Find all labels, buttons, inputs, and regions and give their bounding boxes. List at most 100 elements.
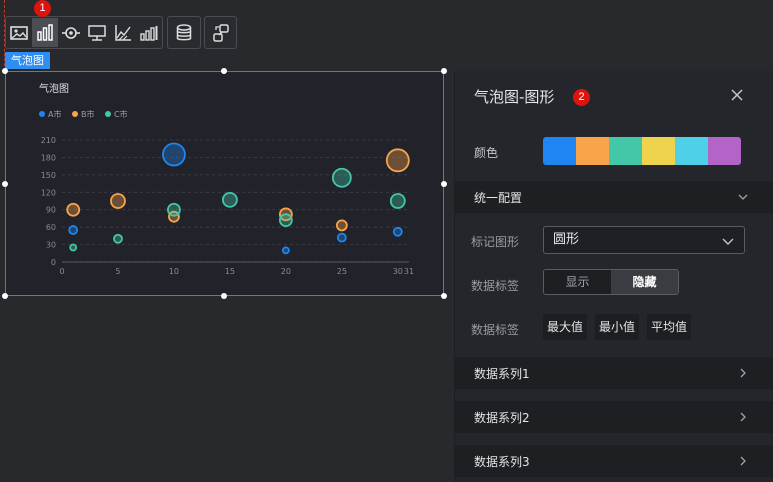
panel-title: 气泡图-图形 xyxy=(474,88,555,106)
section-series-2-label: 数据系列2 xyxy=(474,410,530,425)
y-tick-label: 150 xyxy=(41,171,56,180)
x-tick-label: 30 xyxy=(393,267,403,276)
database-tool-button[interactable] xyxy=(168,18,200,47)
section-series-1-label: 数据系列1 xyxy=(474,366,530,381)
min-value-button[interactable]: 最小值 xyxy=(595,314,640,340)
chevron-right-icon xyxy=(740,368,746,378)
color-swatch-5[interactable] xyxy=(675,137,708,165)
target-icon xyxy=(62,26,80,39)
image-tool-button[interactable] xyxy=(6,18,32,47)
data-label-label: 数据标签 xyxy=(471,279,520,293)
resize-handle-left[interactable] xyxy=(2,181,8,187)
marker-shape-select[interactable]: 圆形 xyxy=(543,226,745,254)
text-tool-button[interactable] xyxy=(84,18,110,47)
y-tick-label: 30 xyxy=(46,241,56,250)
toggle-hide[interactable]: 隐藏 xyxy=(611,270,678,294)
axis-line-icon xyxy=(115,24,131,41)
component-toolbar xyxy=(5,16,163,49)
y-tick-label: 180 xyxy=(41,153,56,162)
max-value-button[interactable]: 最大值 xyxy=(543,314,588,340)
axis-tool-button[interactable] xyxy=(110,18,136,47)
legend-swatch-1 xyxy=(39,111,45,117)
bubble-1-4 xyxy=(336,232,347,243)
x-tick-label: 31 xyxy=(404,267,414,276)
x-tick-label: 20 xyxy=(281,267,291,276)
bubble-3-1 xyxy=(69,243,78,252)
bubble-1-1 xyxy=(68,225,79,235)
resize-handle-right[interactable] xyxy=(441,181,447,187)
legend-swatch-2 xyxy=(72,111,78,117)
chart-tool-button[interactable] xyxy=(32,18,58,47)
bubble-2-1 xyxy=(66,202,81,217)
bubble-3-5 xyxy=(278,213,293,228)
bubble-2-6 xyxy=(385,148,410,173)
database-icon xyxy=(176,23,192,40)
close-icon[interactable] xyxy=(730,88,744,102)
avg-value-button[interactable]: 平均值 xyxy=(647,314,692,340)
resize-handle-bottom-right[interactable] xyxy=(441,293,447,299)
color-swatch-2[interactable] xyxy=(576,137,609,165)
chevron-right-icon xyxy=(740,412,746,422)
y-tick-label: 60 xyxy=(46,223,56,232)
link-icon xyxy=(212,23,229,42)
link-toolbar xyxy=(204,16,237,49)
x-tick-label: 10 xyxy=(169,267,179,276)
color-swatch-1[interactable] xyxy=(543,137,576,165)
resize-handle-bottom-left[interactable] xyxy=(2,293,8,299)
toggle-show[interactable]: 显示 xyxy=(544,270,611,294)
chevron-right-icon xyxy=(740,456,746,466)
bubble-chart-component[interactable]: 气泡图 A市 B市 C市 0 30 60 90 120 150 180 210 0 5 10 15 20 25 30… xyxy=(5,71,444,296)
bubble-2-5 xyxy=(335,219,348,232)
data-label-toggle: 显示 隐藏 xyxy=(543,269,679,295)
legend-label-2: B市 xyxy=(81,109,95,119)
bubble-3-4 xyxy=(222,191,238,208)
bubble-3-7 xyxy=(389,193,406,209)
bubble-3-3 xyxy=(167,202,181,217)
step-marker-1: 1 xyxy=(34,0,51,17)
image-icon xyxy=(10,25,28,40)
color-swatch-3[interactable] xyxy=(609,137,642,165)
section-series-2[interactable]: 数据系列2 xyxy=(455,401,773,433)
target-tool-button[interactable] xyxy=(58,18,84,47)
y-tick-label: 90 xyxy=(46,206,56,215)
section-unified-config-label: 统一配置 xyxy=(474,190,523,205)
settings-panel: 气泡图-图形 2 颜色 统一配置 标记图形 圆形 数据标签 显示 隐藏 数据标签… xyxy=(454,71,773,482)
x-tick-label: 5 xyxy=(115,267,120,276)
marker-shape-label: 标记图形 xyxy=(471,235,520,249)
legend-label-1: A市 xyxy=(48,109,61,119)
x-tick-label: 25 xyxy=(337,267,347,276)
legend-label-3: C市 xyxy=(114,109,128,119)
section-series-1[interactable]: 数据系列1 xyxy=(455,357,773,389)
link-tool-button[interactable] xyxy=(205,18,236,47)
chevron-down-icon xyxy=(722,238,734,245)
color-swatch-6[interactable] xyxy=(708,137,741,165)
bubble-1-3 xyxy=(281,246,290,255)
x-tick-label: 15 xyxy=(225,267,235,276)
color-swatch-4[interactable] xyxy=(642,137,675,165)
x-tick-label: 0 xyxy=(59,267,64,276)
section-series-3[interactable]: 数据系列3 xyxy=(455,445,773,477)
resize-handle-bottom[interactable] xyxy=(221,293,227,299)
y-tick-label: 120 xyxy=(41,188,56,197)
data-bar-tool-button[interactable] xyxy=(136,18,162,47)
chart-title: 气泡图 xyxy=(39,82,69,95)
text-box-icon xyxy=(88,24,106,41)
data-label-stat-label: 数据标签 xyxy=(471,323,520,337)
marker-shape-value: 圆形 xyxy=(553,232,580,247)
component-name-tag[interactable]: 气泡图 xyxy=(5,52,50,69)
data-toolbar xyxy=(167,16,201,49)
section-series-3-label: 数据系列3 xyxy=(474,454,530,469)
color-palette[interactable] xyxy=(543,137,741,165)
data-bar-icon xyxy=(140,25,158,41)
bubble-1-2 xyxy=(162,142,186,167)
resize-handle-top-left[interactable] xyxy=(2,68,8,74)
section-unified-config[interactable]: 统一配置 xyxy=(455,181,773,213)
bar-chart-icon xyxy=(37,23,53,41)
bubble-3-2 xyxy=(113,233,123,244)
bubble-1-5 xyxy=(392,226,403,237)
resize-handle-top-right[interactable] xyxy=(441,68,447,74)
resize-handle-top[interactable] xyxy=(221,68,227,74)
bubble-chart: 气泡图 A市 B市 C市 0 30 60 90 120 150 180 210 0 5 10 15 20 25 30… xyxy=(39,82,414,276)
step-marker-2: 2 xyxy=(573,89,590,106)
color-label: 颜色 xyxy=(474,146,499,160)
